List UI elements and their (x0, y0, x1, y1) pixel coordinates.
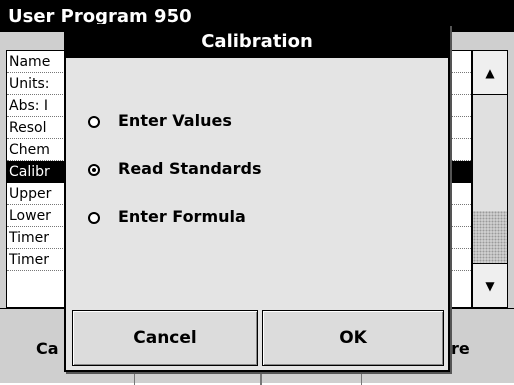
option-read-standards[interactable]: Read Standards (88, 156, 261, 182)
scrollbar[interactable]: ▲ ▼ (472, 50, 508, 308)
cancel-button[interactable]: Cancel (72, 310, 258, 366)
radio-button[interactable] (88, 211, 100, 224)
ok-button[interactable]: OK (262, 310, 444, 366)
option-label: Enter Formula (118, 207, 246, 226)
dialog-title: Calibration (66, 26, 448, 58)
option-label: Read Standards (118, 159, 262, 178)
radio-button[interactable] (88, 115, 100, 128)
scroll-up-button[interactable]: ▲ (473, 51, 507, 95)
arrow-down-icon: ▼ (485, 279, 495, 293)
calibration-dialog: Calibration Enter Values Read Standards … (64, 24, 450, 372)
radio-button-selected[interactable] (88, 163, 100, 176)
option-label: Enter Values (118, 111, 232, 130)
scroll-thumb[interactable] (473, 211, 507, 263)
arrow-up-icon: ▲ (485, 66, 495, 80)
bottom-left-button[interactable]: Ca (36, 329, 59, 369)
option-enter-formula[interactable]: Enter Formula (88, 204, 246, 230)
scroll-down-button[interactable]: ▼ (473, 263, 507, 307)
option-enter-values[interactable]: Enter Values (88, 108, 232, 134)
